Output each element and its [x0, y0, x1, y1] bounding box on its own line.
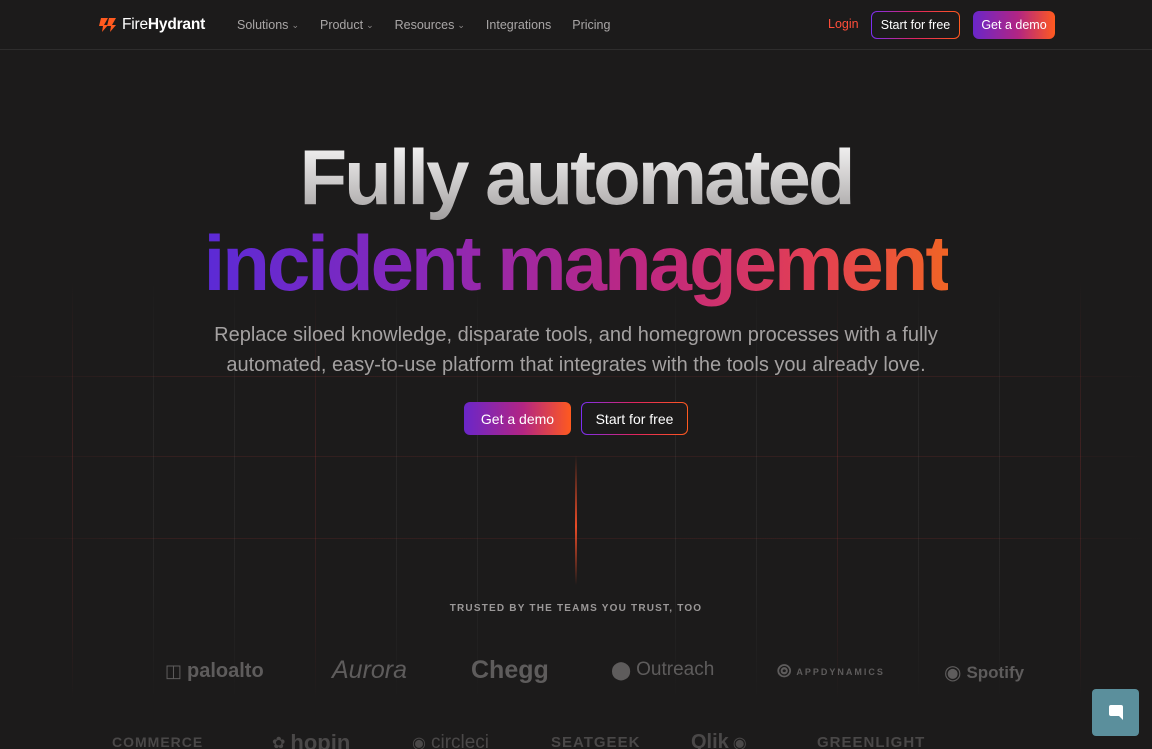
- chat-widget-button[interactable]: [1092, 689, 1139, 736]
- brand-name: FireHydrant: [122, 16, 206, 33]
- chat-bubble-icon: [1108, 704, 1123, 720]
- nav-solutions-label: Solutions: [237, 18, 289, 32]
- customer-logo-label: SEATGEEK: [551, 734, 641, 749]
- hero-title-line1: Fully automated: [0, 132, 1152, 222]
- hero-subtitle: Replace siloed knowledge, disparate tool…: [214, 324, 938, 376]
- customer-logo-commerce: COMMERCE: [112, 734, 203, 749]
- nav-product-label: Product: [319, 18, 364, 32]
- chevron-down-icon: ⌄: [457, 19, 465, 30]
- nav-links: Solutions ⌄ Product ⌄ Resources ⌄ Integr…: [237, 0, 631, 50]
- spotify-icon: ◉: [944, 662, 962, 684]
- nav-solutions[interactable]: Solutions ⌄: [237, 18, 299, 32]
- customer-logo-outreach: ⬤ Outreach: [611, 659, 714, 681]
- customer-logo-appdynamics: ⦾ APPDYNAMICS: [777, 661, 885, 682]
- hero-get-a-demo-button[interactable]: Get a demo: [464, 402, 571, 435]
- customer-logo-paloalto: ◫ paloalto: [165, 660, 264, 683]
- grid-line: [72, 280, 73, 700]
- top-nav: FireHydrant Solutions ⌄ Product ⌄ Resour…: [0, 0, 1152, 50]
- customer-logo-label: APPDYNAMICS: [796, 666, 885, 677]
- start-for-free-button[interactable]: Start for free: [871, 11, 960, 39]
- customer-logo-label: Aurora: [332, 656, 408, 684]
- nav-integrations[interactable]: Integrations: [486, 18, 551, 32]
- get-a-demo-button[interactable]: Get a demo: [973, 11, 1055, 39]
- brand-logo[interactable]: FireHydrant: [98, 14, 205, 36]
- firehydrant-logo-icon: [99, 18, 116, 32]
- customer-logo-spotify: ◉ Spotify: [944, 660, 1024, 685]
- customer-logo-label: Outreach: [636, 659, 715, 680]
- customer-logo-chegg: Chegg: [471, 656, 549, 685]
- customer-logo-label: GREENLIGHT: [817, 734, 926, 749]
- customer-logo-qlik: Qlik ◉: [691, 731, 752, 749]
- paloalto-icon: ◫: [165, 661, 183, 681]
- circleci-icon: ◉: [412, 735, 426, 749]
- customer-logo-circleci: ◉ circleci: [412, 732, 489, 749]
- grid-line: [999, 280, 1000, 700]
- grid-line: [1080, 280, 1081, 700]
- customer-logo-label: paloalto: [187, 660, 264, 682]
- nav-pricing[interactable]: Pricing: [572, 18, 610, 32]
- customer-logo-label: hopin: [290, 730, 351, 749]
- customer-logo-label: Qlik: [691, 731, 729, 749]
- chevron-down-icon: ⌄: [366, 19, 374, 30]
- appdynamics-icon: ⦾: [777, 661, 792, 681]
- customer-logo-aurora: Aurora: [332, 656, 407, 685]
- grid-line: [153, 280, 154, 700]
- chevron-down-icon: ⌄: [291, 19, 299, 30]
- login-link[interactable]: Login: [828, 17, 859, 31]
- qlik-icon: ◉: [732, 734, 747, 749]
- center-light-beam: [575, 455, 577, 585]
- hero-title-gradient-text: incident management: [203, 219, 952, 307]
- nav-resources-label: Resources: [394, 18, 455, 32]
- nav-pricing-label: Pricing: [572, 18, 611, 32]
- nav-integrations-label: Integrations: [485, 18, 552, 32]
- customer-logos-row-2: COMMERCE ✿ hopin ◉ circleci SEATGEEK Qli…: [0, 728, 1152, 749]
- customer-logo-greenlight: GREENLIGHT: [817, 734, 925, 749]
- hopin-icon: ✿: [272, 735, 286, 749]
- hero-start-for-free-button[interactable]: Start for free: [581, 402, 688, 435]
- customer-logo-label: circleci: [430, 732, 490, 749]
- trusted-heading: TRUSTED BY THE TEAMS YOU TRUST, TOO: [449, 603, 703, 614]
- customer-logos-row-1: ◫ paloalto Aurora Chegg ⬤ Outreach ⦾ APP…: [0, 652, 1152, 692]
- customer-logo-hopin: ✿ hopin: [272, 730, 350, 749]
- customer-logo-label: COMMERCE: [112, 734, 204, 749]
- customer-logo-seatgeek: SEATGEEK: [551, 734, 640, 749]
- nav-product[interactable]: Product ⌄: [320, 18, 374, 32]
- location-pin-icon: ⬤: [611, 659, 632, 680]
- customer-logo-label: Spotify: [966, 662, 1025, 682]
- nav-resources[interactable]: Resources ⌄: [395, 18, 465, 32]
- customer-logo-label: Chegg: [471, 656, 549, 684]
- hero-title-line2: incident management: [0, 218, 1152, 308]
